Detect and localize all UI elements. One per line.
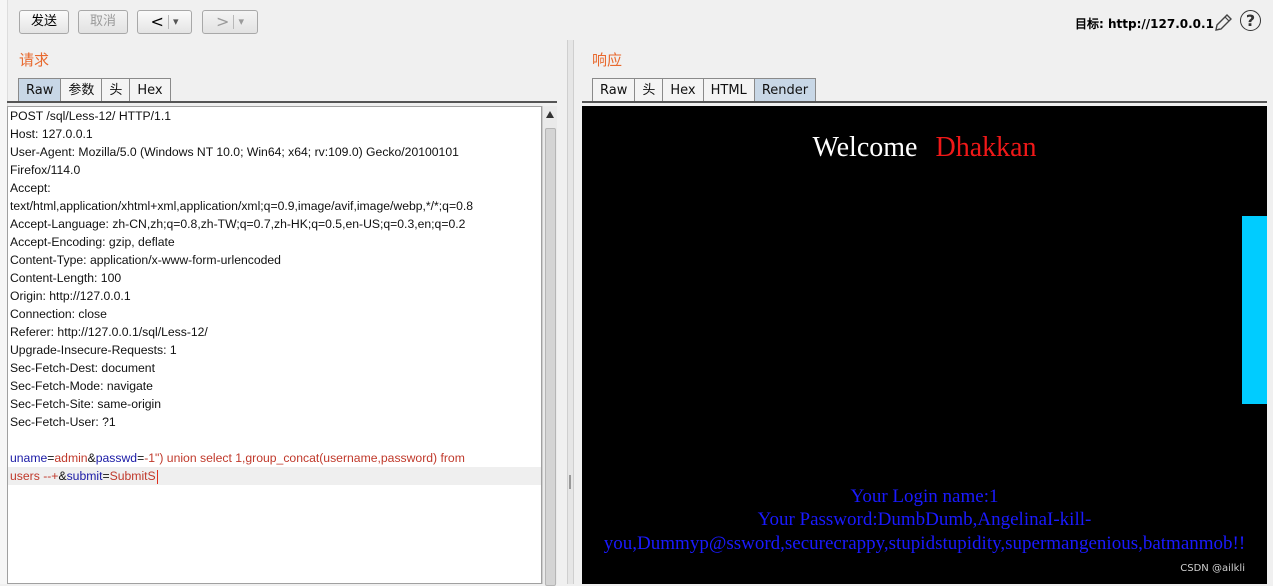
request-line: User-Agent: Mozilla/5.0 (Windows NT 10.0…: [10, 145, 459, 159]
divider: [233, 15, 235, 29]
back-button[interactable]: < ▾: [137, 10, 192, 34]
request-line: Accept-Encoding: gzip, deflate: [10, 235, 175, 249]
request-line: text/html,application/xhtml+xml,applicat…: [10, 199, 474, 213]
tab-underline: [582, 101, 1267, 103]
text-cursor: [156, 469, 158, 484]
request-line: Content-Length: 100: [10, 271, 122, 285]
request-scrollbar[interactable]: [542, 106, 557, 586]
panel-splitter[interactable]: [567, 40, 574, 584]
welcome-heading: Welcome Dhakkan: [582, 132, 1267, 164]
password-text-cont: you,Dummyp@ssword,securecrappy,stupidstu…: [603, 533, 1246, 554]
request-line: Origin: http://127.0.0.1: [10, 289, 131, 303]
request-line: POST /sql/Less-12/ HTTP/1.1: [10, 109, 171, 123]
target-url: http://127.0.0.1: [1107, 17, 1214, 31]
param-value: users --+: [10, 469, 59, 483]
request-line: Sec-Fetch-Mode: navigate: [10, 379, 153, 393]
watermark: CSDN @ailkli: [1180, 563, 1245, 574]
window-edge: [1267, 40, 1273, 584]
tab-response-hex[interactable]: Hex: [662, 78, 704, 102]
param-name: submit: [66, 469, 103, 483]
welcome-text: Welcome: [812, 132, 918, 163]
request-line: Sec-Fetch-Dest: document: [10, 361, 155, 375]
back-dropdown-icon[interactable]: ▾: [173, 11, 179, 33]
ampersand: &: [87, 451, 96, 465]
tab-request-raw[interactable]: Raw: [18, 78, 62, 102]
param-name: uname: [10, 451, 48, 465]
request-line: Firefox/114.0: [10, 163, 81, 177]
tab-request-headers[interactable]: 头: [101, 78, 131, 102]
forward-arrow-icon: >: [216, 12, 230, 31]
pencil-icon[interactable]: [1212, 12, 1234, 34]
help-icon[interactable]: ?: [1240, 10, 1261, 31]
side-bar: [1242, 216, 1267, 404]
ampersand: &: [58, 469, 67, 483]
tab-response-headers[interactable]: 头: [634, 78, 664, 102]
tab-response-render[interactable]: Render: [753, 78, 817, 102]
send-button[interactable]: 发送: [19, 10, 69, 34]
response-tabs: Raw 头 Hex HTML Render: [592, 78, 817, 102]
back-arrow-icon: <: [150, 12, 164, 31]
request-line: Sec-Fetch-User: ?1: [10, 415, 116, 429]
request-title: 请求: [19, 51, 50, 69]
target-prefix: 目标:: [1075, 17, 1108, 31]
request-line: Accept-Language: zh-CN,zh;q=0.8,zh-TW;q=…: [10, 217, 466, 231]
response-title: 响应: [592, 51, 623, 69]
param-name: passwd: [95, 451, 138, 465]
forward-button[interactable]: > ▾: [202, 10, 258, 34]
tab-request-params[interactable]: 参数: [60, 78, 103, 102]
tab-response-html[interactable]: HTML: [702, 78, 755, 102]
scrollbar-thumb[interactable]: [545, 128, 556, 586]
request-line: Upgrade-Insecure-Requests: 1: [10, 343, 177, 357]
request-line: Connection: close: [10, 307, 107, 321]
param-value: SubmitS: [109, 469, 156, 483]
splitter-grip-icon[interactable]: [569, 475, 571, 489]
target-label: 目标: http://127.0.0.1: [1075, 15, 1214, 32]
request-tabs: Raw 参数 头 Hex: [18, 78, 171, 102]
request-body-line: users --+&submit=SubmitS: [10, 467, 158, 485]
tab-request-hex[interactable]: Hex: [129, 78, 171, 102]
request-line: Sec-Fetch-Site: same-origin: [10, 397, 162, 411]
request-line: Content-Type: application/x-www-form-url…: [10, 253, 281, 267]
forward-dropdown-icon[interactable]: ▾: [238, 11, 244, 33]
welcome-user: Dhakkan: [935, 132, 1037, 163]
tab-response-raw[interactable]: Raw: [592, 78, 636, 102]
scroll-up-icon[interactable]: [546, 111, 554, 118]
login-name-text: Your Login name:1: [850, 486, 999, 507]
equals-sign: =: [102, 469, 110, 483]
cancel-button[interactable]: 取消: [78, 10, 128, 34]
param-value: admin: [54, 451, 88, 465]
divider: [167, 15, 169, 29]
request-body-line: uname=admin&passwd=-1") union select 1,g…: [10, 449, 465, 467]
tab-underline: [7, 101, 557, 103]
password-text: Your Password:DumbDumb,AngelinaI-kill-: [757, 509, 1092, 530]
request-editor[interactable]: POST /sql/Less-12/ HTTP/1.1 Host: 127.0.…: [7, 106, 542, 584]
request-line: Referer: http://127.0.0.1/sql/Less-12/: [10, 325, 208, 339]
request-line: Accept:: [10, 181, 51, 195]
request-line: Host: 127.0.0.1: [10, 127, 93, 141]
render-view: Welcome Dhakkan Your Login name:1 Your Pa…: [582, 106, 1267, 584]
param-value: -1") union select 1,group_concat(usernam…: [144, 451, 465, 465]
